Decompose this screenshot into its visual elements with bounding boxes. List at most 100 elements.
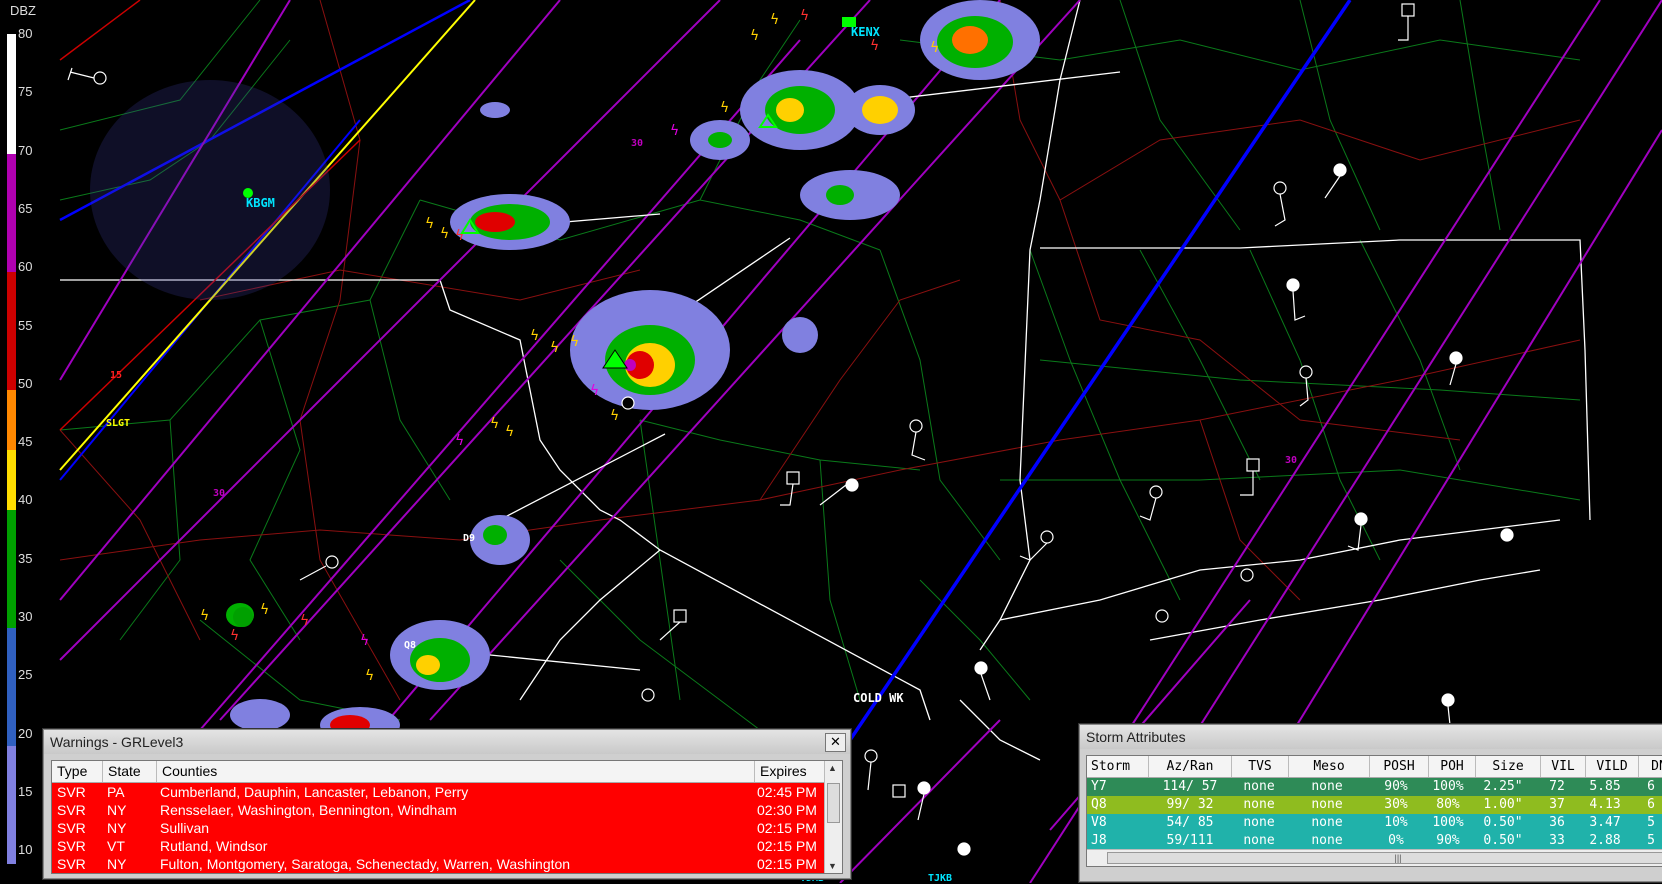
outlook-label-slgt: SLGT xyxy=(106,418,131,429)
front-label-cold-wk: COLD WK xyxy=(853,691,904,705)
storm-poh-cell: 80% xyxy=(1436,797,1460,812)
column-header-state[interactable]: State xyxy=(103,761,157,782)
storm-vild-cell: 4.13 xyxy=(1589,797,1621,812)
column-header-meso[interactable]: Meso xyxy=(1289,756,1370,777)
storm-header-row: Storm Az/Ran TVS Meso POSH POH Size VIL … xyxy=(1087,756,1662,778)
svg-text:ϟ: ϟ xyxy=(200,608,209,624)
storm-vil-cell: 72 xyxy=(1549,779,1565,794)
column-header-type[interactable]: Type xyxy=(52,761,103,782)
storm-rows: Y7 114/ 57 none none 90% 100% 2.25" 72 5.85 6 Q8 99… xyxy=(1087,778,1662,850)
dbz-tick-label: 50 xyxy=(18,375,33,391)
table-row[interactable]: Y7 114/ 57 none none 90% 100% 2.25" 72 5.85 6 xyxy=(1087,778,1662,796)
scroll-thumb[interactable] xyxy=(827,783,840,823)
warning-type-cell: SVR xyxy=(57,784,86,800)
storm-attributes-title: Storm Attributes xyxy=(1086,729,1186,745)
warnings-scrollbar[interactable]: ▲ ▼ xyxy=(824,761,842,873)
table-row[interactable]: V8 54/ 85 none none 10% 100% 0.50" 36 3.47 5 xyxy=(1087,814,1662,832)
svg-text:ϟ: ϟ xyxy=(930,40,939,56)
warning-type-cell: SVR xyxy=(57,856,86,872)
close-button[interactable]: ✕ xyxy=(825,733,846,752)
dbz-tick-label: 25 xyxy=(18,667,33,683)
dbz-tick-label: 55 xyxy=(18,317,33,333)
hscroll-thumb[interactable]: ||| xyxy=(1107,852,1662,864)
table-row[interactable]: SVR NY Fulton, Montgomery, Saratoga, Schen… xyxy=(52,855,842,873)
forecast-tracks xyxy=(419,71,1121,671)
warning-type-cell: SVR xyxy=(57,820,86,836)
scroll-up-icon[interactable]: ▲ xyxy=(828,763,837,773)
svg-text:ϟ: ϟ xyxy=(230,628,239,644)
column-header-poh[interactable]: POH xyxy=(1429,756,1476,777)
dbz-legend-title: DBZ xyxy=(10,3,36,18)
svg-text:ϟ: ϟ xyxy=(610,408,619,424)
warnings-rows: SVR PA Cumberland, Dauphin, Lancaster, Leb… xyxy=(52,783,842,873)
warning-counties-cell: Cumberland, Dauphin, Lancaster, Lebanon,… xyxy=(160,784,469,800)
storm-hscrollbar[interactable]: ||| xyxy=(1087,849,1662,866)
warning-counties-cell: Fulton, Montgomery, Saratoga, Schenectad… xyxy=(160,856,571,872)
column-header-counties[interactable]: Counties xyxy=(157,761,755,782)
svg-text:ϟ: ϟ xyxy=(530,328,539,344)
svg-text:ϟ: ϟ xyxy=(750,28,759,44)
storm-attributes-table[interactable]: Storm Az/Ran TVS Meso POSH POH Size VIL … xyxy=(1086,755,1662,867)
dbz-tick-label: 40 xyxy=(18,492,33,508)
warning-state-cell: NY xyxy=(107,856,127,872)
column-header-storm[interactable]: Storm xyxy=(1087,756,1149,777)
dbz-tick-label: 80 xyxy=(18,26,33,41)
table-row[interactable]: J8 59/111 none none 0% 90% 0.50" 33 2.88 5 xyxy=(1087,832,1662,850)
storm-poh-cell: 100% xyxy=(1432,779,1464,794)
column-header-vil[interactable]: VIL xyxy=(1541,756,1586,777)
column-header-size[interactable]: Size xyxy=(1476,756,1541,777)
storm-storm-cell: J8 xyxy=(1091,833,1107,848)
storm-vil-cell: 37 xyxy=(1549,797,1565,812)
contour-label-15: 15 xyxy=(110,370,123,381)
column-header-dn[interactable]: DN xyxy=(1639,756,1662,777)
storm-dn-cell: 6 xyxy=(1647,779,1655,794)
column-header-az-ran[interactable]: Az/Ran xyxy=(1149,756,1232,777)
storm-attributes-window[interactable]: Storm Attributes Storm Az/Ran TVS Meso P… xyxy=(1079,724,1662,882)
storm-tvs-cell: none xyxy=(1243,833,1275,848)
warning-state-cell: NY xyxy=(107,802,127,818)
svg-text:ϟ: ϟ xyxy=(670,123,679,139)
svg-text:ϟ: ϟ xyxy=(505,424,514,440)
warning-state-cell: VT xyxy=(107,838,125,854)
column-header-tvs[interactable]: TVS xyxy=(1232,756,1289,777)
column-header-vild[interactable]: VILD xyxy=(1586,756,1639,777)
storm-attributes-titlebar[interactable]: Storm Attributes xyxy=(1080,725,1662,749)
warning-counties-cell: Sullivan xyxy=(160,820,210,836)
warning-state-cell: PA xyxy=(107,784,125,800)
dbz-tick-label: 60 xyxy=(18,259,33,275)
svg-text:ϟ: ϟ xyxy=(570,334,579,350)
column-header-posh[interactable]: POSH xyxy=(1370,756,1429,777)
radar-site-kenx: KENX xyxy=(851,25,880,39)
warnings-window[interactable]: Warnings - GRLevel3 ✕ Type State Countie… xyxy=(43,729,851,879)
svg-text:ϟ: ϟ xyxy=(360,633,369,649)
storm-vild-cell: 2.88 xyxy=(1589,833,1621,848)
storm-size-cell: 0.50" xyxy=(1483,815,1523,830)
radar-site-tjkb: TJKB xyxy=(928,873,953,884)
scroll-down-icon[interactable]: ▼ xyxy=(828,861,837,871)
dbz-color-scale xyxy=(7,34,16,864)
table-row[interactable]: SVR VT Rutland, Windsor 02:15 PM xyxy=(52,837,842,855)
dbz-tick-label: 10 xyxy=(18,842,33,858)
svg-text:ϟ: ϟ xyxy=(550,340,559,356)
table-row[interactable]: SVR PA Cumberland, Dauphin, Lancaster, Leb… xyxy=(52,783,842,801)
warnings-table[interactable]: Type State Counties Expires SVR PA Cumberl… xyxy=(51,760,843,874)
storm-poh-cell: 90% xyxy=(1436,833,1460,848)
storm-tvs-cell: none xyxy=(1243,779,1275,794)
dbz-tick-label: 70 xyxy=(18,142,33,158)
warnings-titlebar[interactable]: Warnings - GRLevel3 ✕ xyxy=(44,730,850,754)
storm-dn-cell: 6 xyxy=(1647,797,1655,812)
storm-meso-cell: none xyxy=(1311,833,1343,848)
storm-tvs-cell: none xyxy=(1243,815,1275,830)
svg-text:ϟ: ϟ xyxy=(300,613,309,629)
storm-posh-cell: 0% xyxy=(1388,833,1404,848)
table-row[interactable]: Q8 99/ 32 none none 30% 80% 1.00" 37 4.13 6 xyxy=(1087,796,1662,814)
dbz-tick-label: 20 xyxy=(18,725,33,741)
table-row[interactable]: SVR NY Rensselaer, Washington, Bennington,… xyxy=(52,801,842,819)
dbz-tick-label: 30 xyxy=(18,609,33,624)
storm-meso-cell: none xyxy=(1311,779,1343,794)
dbz-tick-label: 15 xyxy=(18,783,33,799)
storm-vild-cell: 5.85 xyxy=(1589,779,1621,794)
svg-text:ϟ: ϟ xyxy=(440,226,449,242)
warnings-title: Warnings - GRLevel3 xyxy=(50,734,184,750)
table-row[interactable]: SVR NY Sullivan 02:15 PM xyxy=(52,819,842,837)
